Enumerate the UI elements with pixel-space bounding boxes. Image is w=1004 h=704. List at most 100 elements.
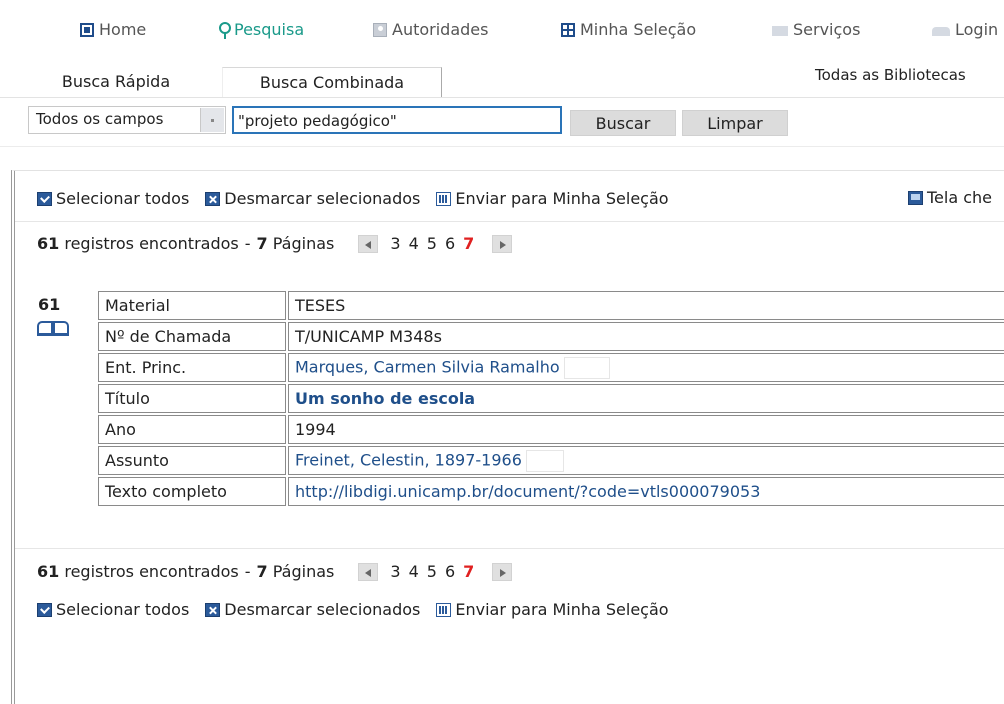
next-page-icon[interactable]	[492, 562, 513, 581]
field-select[interactable]: Todos os campos	[28, 106, 226, 134]
deselect-label: Desmarcar selecionados	[224, 600, 421, 619]
page-link-6[interactable]: 6	[445, 562, 455, 581]
page-current: 7	[463, 234, 475, 253]
nav-minha-selecao-label: Minha Seleção	[580, 20, 697, 39]
nav-autoridades[interactable]: Autoridades	[373, 20, 488, 39]
author-link[interactable]: Marques, Carmen Silvia Ramalho	[295, 357, 560, 376]
select-all-button[interactable]: Selecionar todos	[37, 600, 189, 619]
fulltext-cell: http://libdigi.unicamp.br/document/?code…	[288, 477, 1004, 506]
nav-autoridades-label: Autoridades	[392, 20, 489, 39]
nav-home[interactable]: Home	[80, 20, 146, 39]
uncheck-icon	[205, 191, 221, 206]
page-link-4[interactable]: 4	[409, 234, 419, 253]
fullscreen-button[interactable]: Tela che	[908, 188, 992, 207]
pager-top: 61 registros encontrados - 7 Páginas 3 4…	[37, 234, 513, 253]
author-label: Ent. Princ.	[98, 353, 286, 382]
page-count: 7	[256, 562, 268, 581]
table-row: Nº de Chamada T/UNICAMP M348s	[98, 322, 1004, 351]
grid-icon	[561, 22, 575, 37]
tab-divider	[0, 97, 1004, 98]
call-number-label: Nº de Chamada	[98, 322, 286, 351]
field-select-value: Todos os campos	[36, 110, 164, 128]
deselect-label: Desmarcar selecionados	[224, 189, 421, 208]
fullscreen-label: Tela che	[927, 188, 993, 207]
services-icon	[772, 26, 788, 36]
pin-icon	[219, 21, 231, 39]
page-link-3[interactable]: 3	[390, 562, 400, 581]
chevron-down-icon[interactable]	[200, 108, 224, 132]
page-count: 7	[256, 234, 268, 253]
page-count-label: Páginas	[272, 562, 335, 581]
select-all-button[interactable]: Selecionar todos	[37, 189, 189, 208]
select-all-label: Selecionar todos	[56, 600, 190, 619]
page-current: 7	[463, 562, 475, 581]
material-label: Material	[98, 291, 286, 320]
result-count-label: registros encontrados	[64, 562, 239, 581]
divider	[15, 221, 1004, 222]
next-page-icon[interactable]	[492, 234, 513, 253]
uncheck-icon	[205, 602, 221, 617]
table-row: Assunto Freinet, Celestin, 1897-1966	[98, 446, 1004, 475]
page-link-4[interactable]: 4	[409, 562, 419, 581]
table-row: Título Um sonho de escola	[98, 384, 1004, 413]
search-bar: Todos os campos Buscar Limpar	[0, 106, 1004, 136]
deselect-button[interactable]: Desmarcar selecionados	[205, 600, 420, 619]
fulltext-link[interactable]: http://libdigi.unicamp.br/document/?code…	[295, 482, 760, 501]
clear-button[interactable]: Limpar	[682, 110, 788, 136]
library-scope-link[interactable]: Todas as Bibliotecas	[815, 66, 966, 84]
search-input[interactable]	[232, 106, 562, 134]
nav-servicos[interactable]: Serviços	[772, 20, 860, 39]
nav-login-label: Login	[955, 20, 999, 39]
checkbox-icon	[37, 602, 52, 617]
prev-page-icon[interactable]	[358, 562, 379, 581]
record-index: 61	[38, 295, 61, 314]
call-number-value: T/UNICAMP M348s	[288, 322, 1004, 351]
nav-login[interactable]: Login	[932, 20, 998, 39]
person-icon	[373, 22, 387, 37]
top-nav: Home Pesquisa Autoridades Minha Seleção …	[0, 0, 1004, 60]
send-label: Enviar para Minha Seleção	[455, 189, 669, 208]
send-icon	[436, 191, 452, 206]
nav-pesquisa-label: Pesquisa	[234, 20, 305, 39]
result-count: 61	[37, 562, 60, 581]
results-toolbar-top: Selecionar todos Desmarcar selecionados …	[37, 189, 685, 208]
select-all-label: Selecionar todos	[56, 189, 190, 208]
year-label: Ano	[98, 415, 286, 444]
page-link-5[interactable]: 5	[427, 562, 437, 581]
book-icon	[37, 321, 69, 336]
page-link-3[interactable]: 3	[390, 234, 400, 253]
table-row: Texto completo http://libdigi.unicamp.br…	[98, 477, 1004, 506]
table-row: Ano 1994	[98, 415, 1004, 444]
nav-pesquisa[interactable]: Pesquisa	[219, 20, 304, 39]
nav-home-label: Home	[99, 20, 147, 39]
page-link-6[interactable]: 6	[445, 234, 455, 253]
login-icon	[932, 27, 950, 36]
nav-servicos-label: Serviços	[793, 20, 861, 39]
search-button[interactable]: Buscar	[570, 110, 676, 136]
page-link-5[interactable]: 5	[427, 234, 437, 253]
result-count: 61	[37, 234, 60, 253]
prev-page-icon[interactable]	[358, 234, 379, 253]
send-label: Enviar para Minha Seleção	[455, 600, 669, 619]
nav-minha-selecao[interactable]: Minha Seleção	[561, 20, 696, 39]
author-extra-box	[563, 356, 610, 379]
record-table: Material TESES Nº de Chamada T/UNICAMP M…	[96, 289, 1004, 508]
subject-link[interactable]: Freinet, Celestin, 1897-1966	[295, 450, 522, 469]
subject-extra-box	[525, 449, 564, 472]
divider	[0, 146, 1004, 147]
table-row: Ent. Princ. Marques, Carmen Silvia Ramal…	[98, 353, 1004, 382]
page-count-label: Páginas	[272, 234, 335, 253]
send-to-selection-button[interactable]: Enviar para Minha Seleção	[436, 600, 669, 619]
material-value: TESES	[288, 291, 1004, 320]
title-cell: Um sonho de escola	[288, 384, 1004, 413]
year-value: 1994	[288, 415, 1004, 444]
monitor-icon	[908, 190, 923, 205]
tab-busca-combinada[interactable]: Busca Combinada	[222, 67, 442, 97]
subject-label: Assunto	[98, 446, 286, 475]
deselect-button[interactable]: Desmarcar selecionados	[205, 189, 420, 208]
title-link[interactable]: Um sonho de escola	[295, 389, 475, 408]
subject-cell: Freinet, Celestin, 1897-1966	[288, 446, 1004, 475]
send-to-selection-button[interactable]: Enviar para Minha Seleção	[436, 189, 669, 208]
results-toolbar-bottom: Selecionar todos Desmarcar selecionados …	[37, 600, 685, 619]
tab-busca-rapida[interactable]: Busca Rápida	[46, 67, 186, 97]
